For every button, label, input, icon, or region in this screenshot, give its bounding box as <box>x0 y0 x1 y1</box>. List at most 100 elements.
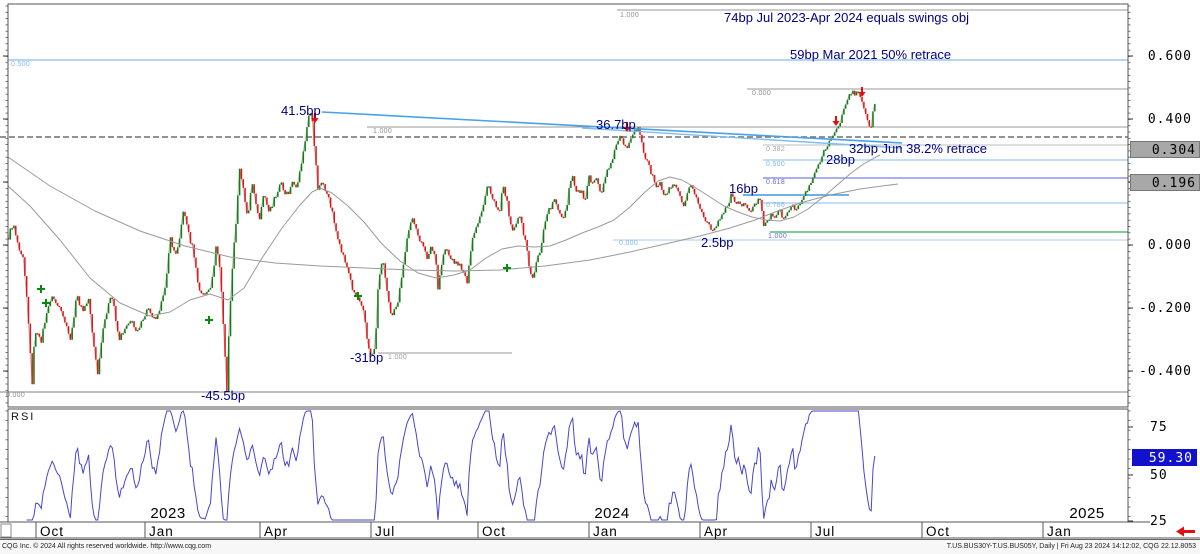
candle-down <box>91 314 93 332</box>
ann-2-5bp[interactable]: 2.5bp <box>701 235 734 250</box>
candle-up <box>809 185 811 191</box>
candle-up <box>841 115 843 123</box>
candle-up <box>35 333 37 347</box>
candle-up <box>455 262 457 264</box>
candle-up <box>401 278 403 288</box>
candle-down <box>95 347 97 360</box>
ann-minus-45-5bp[interactable]: -45.5bp <box>201 388 245 403</box>
candle-up <box>137 330 139 331</box>
candle-up <box>142 320 144 322</box>
candle-up <box>430 247 432 254</box>
candle-up <box>124 329 126 334</box>
buy-plus-marker[interactable] <box>503 264 511 272</box>
candle-down <box>204 293 206 294</box>
ann-41-5bp[interactable]: 41.5bp <box>281 103 321 118</box>
candle-up <box>725 207 727 213</box>
ann-28bp[interactable]: 28bp <box>826 152 855 167</box>
candle-down <box>37 333 39 334</box>
moving-average-fast[interactable] <box>8 155 880 316</box>
candle-down <box>696 194 698 197</box>
candle-up <box>594 180 596 182</box>
candle-down <box>783 218 785 219</box>
candle-up <box>394 309 396 315</box>
candle-down <box>750 211 752 212</box>
candle-up <box>617 141 619 145</box>
fib-level-label: 0.382 <box>766 146 785 153</box>
ann-32bp-retrace[interactable]: 32bp Jun 38.2% retrace <box>849 141 987 156</box>
candle-up <box>541 243 543 253</box>
candle-down <box>111 298 113 299</box>
instrument-status-text: T.US.BUS30Y-T.US.BUS05Y, Daily | Fri Aug… <box>947 543 1196 550</box>
candle-up <box>48 306 50 313</box>
candle-up <box>153 317 155 318</box>
time-axis-year-label: 2024 <box>594 505 629 522</box>
candle-down <box>623 138 625 144</box>
candle-down <box>563 217 565 218</box>
status-bar: CQG Inc. © 2024 All rights reserved worl… <box>0 539 1200 554</box>
candle-down <box>597 178 599 184</box>
candle-down <box>466 276 468 283</box>
fib-level-label: 0.500 <box>766 161 785 168</box>
candle-up <box>73 317 75 327</box>
candle-down <box>82 306 84 311</box>
candle-up <box>552 202 554 209</box>
candle-up <box>290 187 292 194</box>
candle-up <box>819 162 821 164</box>
candle-down <box>703 212 705 217</box>
buy-plus-marker[interactable] <box>205 316 213 324</box>
candle-down <box>465 272 467 276</box>
sell-arrow-marker[interactable] <box>832 116 839 126</box>
candle-up <box>816 169 818 173</box>
ann-minus-31bp[interactable]: -31bp <box>350 350 383 365</box>
candle-down <box>337 231 339 239</box>
candle-up <box>166 274 168 288</box>
fib-level-label: 0.786 <box>766 202 785 209</box>
candle-up <box>790 207 792 210</box>
ann-74bp-objective[interactable]: 74bp Jul 2023-Apr 2024 equals swings obj <box>724 10 969 25</box>
candle-up <box>104 319 106 328</box>
candle-up <box>770 214 772 220</box>
ann-36-7bp[interactable]: 36.7bp <box>596 117 636 132</box>
candle-down <box>30 324 32 354</box>
candle-down <box>133 321 135 327</box>
time-axis-month-label: Apr <box>704 524 728 539</box>
candle-down <box>505 187 507 196</box>
candle-down <box>150 309 152 313</box>
candle-up <box>170 237 172 253</box>
price-axis-label: 0.400 <box>1148 112 1192 127</box>
ann-59bp-retrace[interactable]: 59bp Mar 2021 50% retrace <box>790 47 951 62</box>
candle-down <box>592 182 594 183</box>
candle-down <box>193 244 195 257</box>
chart-canvas[interactable] <box>0 0 1200 554</box>
candle-down <box>354 290 356 292</box>
candle-down <box>223 292 225 324</box>
candle-down <box>521 217 523 223</box>
candle-down <box>268 205 270 212</box>
go-to-latest-arrow-button[interactable] <box>1176 527 1195 537</box>
candle-up <box>239 169 241 196</box>
candle-down <box>869 120 871 126</box>
ann-16bp[interactable]: 16bp <box>729 181 758 196</box>
candle-up <box>630 138 632 142</box>
candle-up <box>767 220 769 222</box>
candle-up <box>546 214 548 221</box>
candle-down <box>550 208 552 209</box>
time-axis-month-label: Jul <box>815 524 835 539</box>
candle-up <box>827 146 829 149</box>
candle-down <box>674 185 676 186</box>
candle-down <box>756 204 758 205</box>
candle-up <box>608 168 610 169</box>
candle-up <box>805 191 807 196</box>
candle-up <box>543 230 545 243</box>
candle-up <box>534 272 536 277</box>
candle-down <box>739 202 741 204</box>
candle-down <box>574 176 576 186</box>
candle-down <box>705 217 707 221</box>
candle-up <box>250 193 252 211</box>
candle-down <box>175 251 177 254</box>
candle-down <box>585 199 587 200</box>
candle-up <box>789 210 791 212</box>
candle-down <box>496 201 498 207</box>
candle-down <box>19 242 21 250</box>
buy-plus-marker[interactable] <box>37 285 45 293</box>
